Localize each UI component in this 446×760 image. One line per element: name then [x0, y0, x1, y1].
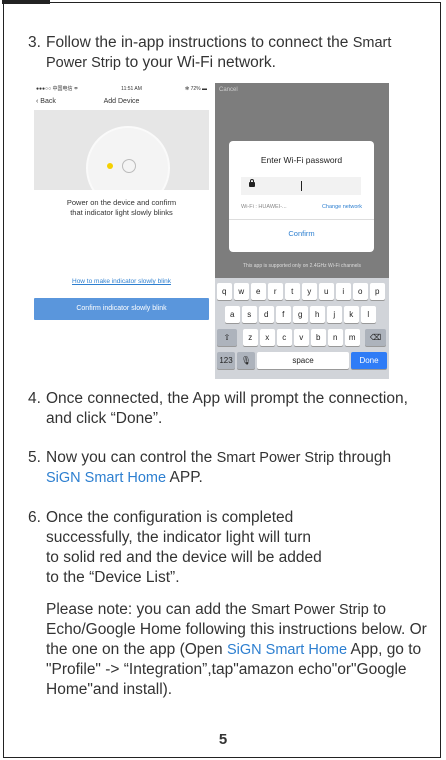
- shift-key[interactable]: ⇧: [217, 329, 237, 346]
- note-text: Please note: you can add the: [46, 601, 252, 618]
- password-input[interactable]: [241, 177, 361, 195]
- app-name: SiGN Smart Home: [226, 642, 348, 658]
- add-device-screen: ●●●○○ 中国电信 ≑ 11:51 AM ✻ 72% ▬ ‹ Back Add…: [34, 83, 209, 361]
- key-c[interactable]: c: [277, 329, 292, 346]
- microphone-key[interactable]: 🎙: [237, 352, 255, 369]
- key-n[interactable]: n: [328, 329, 343, 346]
- instruction-line-1: Power on the device and confirm: [66, 198, 177, 207]
- key-k[interactable]: k: [344, 306, 359, 323]
- key-p[interactable]: p: [370, 283, 385, 300]
- step-text: Now you can control the: [46, 449, 217, 466]
- screen-title: Add Device: [103, 98, 140, 105]
- wifi-password-screen: Cancel Enter Wi-Fi password Wi-Fi : HUAW…: [215, 83, 389, 379]
- blink-help-link[interactable]: How to make indicator slowly blink: [34, 278, 209, 285]
- divider: [229, 219, 374, 220]
- step-text-2: through: [334, 449, 392, 466]
- key-o[interactable]: o: [353, 283, 368, 300]
- key-e[interactable]: e: [251, 283, 266, 300]
- battery-status: ✻ 72% ▬: [185, 85, 207, 92]
- key-v[interactable]: v: [294, 329, 309, 346]
- device-name: Smart Power Strip: [216, 450, 335, 466]
- key-z[interactable]: z: [243, 329, 258, 346]
- key-r[interactable]: r: [268, 283, 283, 300]
- text-cursor: [301, 181, 302, 191]
- instruction-text: Power on the device and confirm that ind…: [34, 198, 209, 218]
- numbers-key[interactable]: 123: [217, 352, 235, 369]
- device-body: [86, 126, 170, 190]
- page-number: 5: [218, 731, 228, 748]
- device-name: Smart Power Strip: [251, 602, 369, 618]
- space-key[interactable]: space: [257, 352, 349, 369]
- status-bar: ●●●○○ 中国电信 ≑ 11:51 AM ✻ 72% ▬: [34, 83, 209, 94]
- power-button-icon: [122, 159, 136, 173]
- key-u[interactable]: u: [319, 283, 334, 300]
- note-paragraph: Please note: you can add the Smart Power…: [28, 600, 432, 700]
- nav-bar: ‹ Back Add Device: [34, 94, 209, 110]
- confirm-button[interactable]: Confirm: [229, 229, 374, 238]
- key-x[interactable]: x: [260, 329, 275, 346]
- key-y[interactable]: y: [302, 283, 317, 300]
- key-t[interactable]: t: [285, 283, 300, 300]
- lock-icon: [249, 179, 255, 187]
- indicator-light-icon: [107, 163, 113, 169]
- key-j[interactable]: j: [327, 306, 342, 323]
- device-illustration: [34, 110, 209, 190]
- key-s[interactable]: s: [242, 306, 257, 323]
- step-3: 3. Follow the in-app instructions to con…: [28, 33, 408, 73]
- status-time: 11:51 AM: [121, 85, 142, 92]
- done-key[interactable]: Done: [351, 352, 387, 369]
- key-d[interactable]: d: [259, 306, 274, 323]
- step-5: 5. Now you can control the Smart Power S…: [28, 448, 418, 488]
- step-number: 6.: [28, 509, 41, 526]
- key-a[interactable]: a: [225, 306, 240, 323]
- wifi-network-label: Wi-Fi : HUAWEI-...: [241, 204, 287, 210]
- step-text-3: APP.: [166, 469, 203, 486]
- step-text: Follow the in-app instructions to connec…: [46, 34, 349, 51]
- step-number: 3.: [28, 34, 41, 51]
- step-number: 4.: [28, 390, 41, 407]
- change-network-link[interactable]: Change network: [322, 204, 362, 210]
- wifi-dialog: Enter Wi-Fi password Wi-Fi : HUAWEI-... …: [229, 141, 374, 252]
- key-q[interactable]: q: [217, 283, 232, 300]
- step-number: 5.: [28, 449, 41, 466]
- corner-mark: [2, 0, 50, 4]
- key-i[interactable]: i: [336, 283, 351, 300]
- dialog-title: Enter Wi-Fi password: [260, 155, 343, 165]
- cancel-button[interactable]: Cancel: [219, 87, 238, 93]
- key-f[interactable]: f: [276, 306, 291, 323]
- step-text: Once connected, the App will prompt the …: [46, 390, 408, 427]
- key-h[interactable]: h: [310, 306, 325, 323]
- key-m[interactable]: m: [345, 329, 360, 346]
- step-4: 4. Once connected, the App will prompt t…: [28, 389, 418, 429]
- key-b[interactable]: b: [311, 329, 326, 346]
- instruction-line-2: that indicator light slowly blinks: [70, 208, 173, 217]
- step-text: Once the configuration is completed succ…: [46, 509, 322, 586]
- app-name: SiGN Smart Home: [46, 470, 167, 486]
- delete-key[interactable]: ⌫: [365, 329, 386, 346]
- carrier-signal: ●●●○○ 中国电信 ≑: [36, 86, 79, 92]
- step-6: 6. Once the configuration is completed s…: [28, 508, 328, 588]
- key-g[interactable]: g: [293, 306, 308, 323]
- keyboard: q w e r t y u i o p a s d f g h j k l ⇧ z x c v b n m ⌫ 123 🎙 space Don…: [215, 278, 389, 379]
- key-w[interactable]: w: [234, 283, 249, 300]
- wifi-channel-note: This app is supported only on 2.4GHz Wi-…: [242, 263, 362, 269]
- step-text-2: to your Wi-Fi network.: [120, 54, 276, 71]
- key-l[interactable]: l: [361, 306, 376, 323]
- confirm-blink-button[interactable]: Confirm indicator slowly blink: [34, 298, 209, 320]
